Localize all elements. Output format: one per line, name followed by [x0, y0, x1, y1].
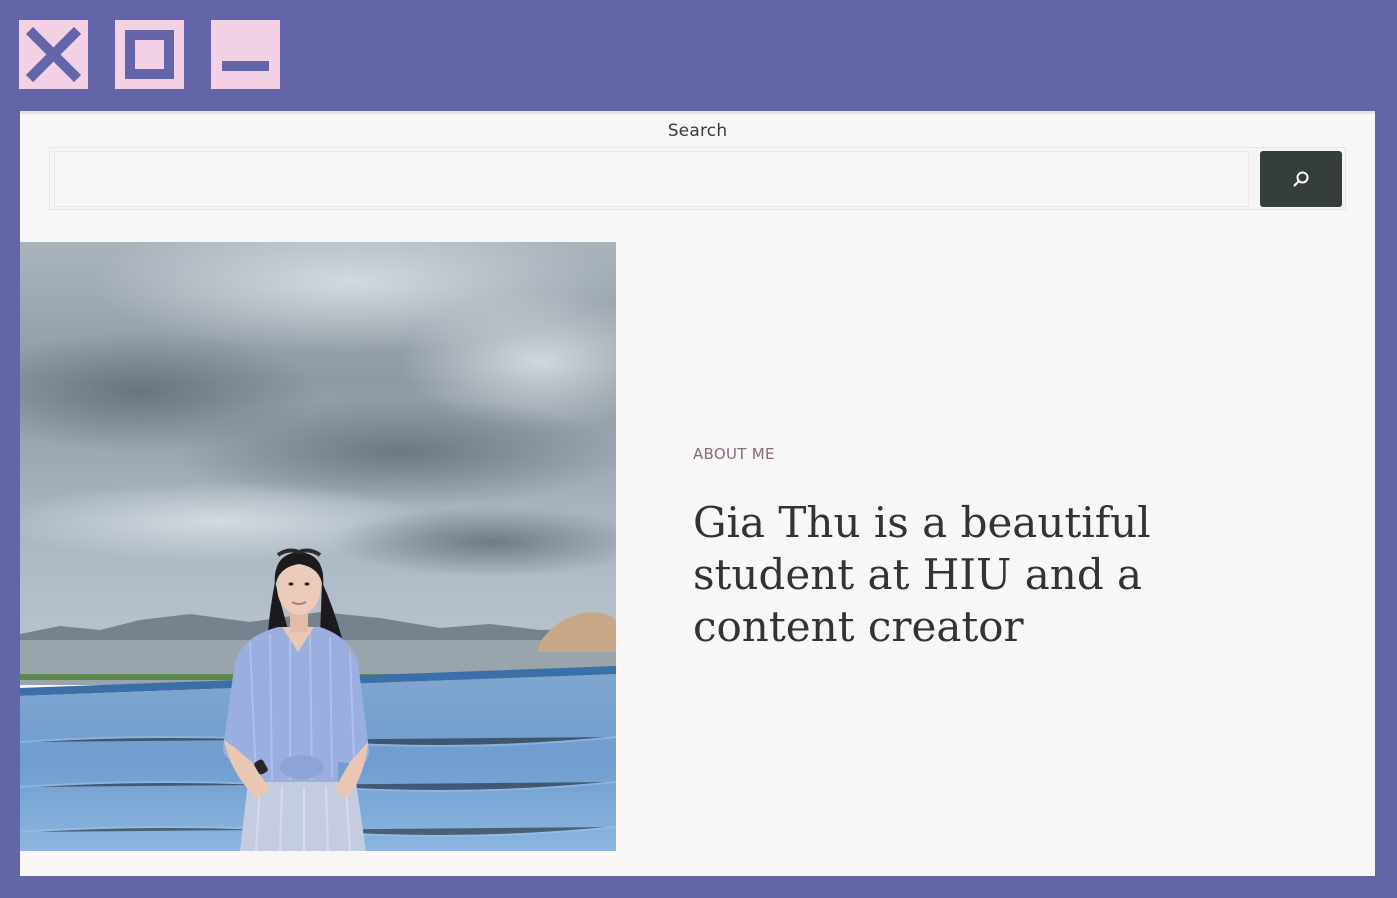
- search-icon: [1293, 171, 1309, 187]
- search-form: [49, 147, 1346, 210]
- about-heading: Gia Thu is a beautiful student at HIU an…: [693, 498, 1151, 651]
- search-input[interactable]: [54, 151, 1249, 207]
- page-content: Search ABOUT ME Gia Thu is a beautiful s…: [20, 111, 1375, 876]
- close-button[interactable]: [19, 20, 88, 89]
- maximize-button[interactable]: [115, 20, 184, 89]
- search-label: Search: [667, 121, 728, 141]
- about-me-label: ABOUT ME: [693, 445, 775, 463]
- close-icon: [25, 26, 82, 83]
- minimize-button[interactable]: [211, 20, 280, 89]
- minimize-icon: [222, 61, 269, 71]
- maximize-icon: [125, 30, 174, 79]
- profile-photo: [20, 242, 616, 851]
- search-button[interactable]: [1260, 151, 1342, 207]
